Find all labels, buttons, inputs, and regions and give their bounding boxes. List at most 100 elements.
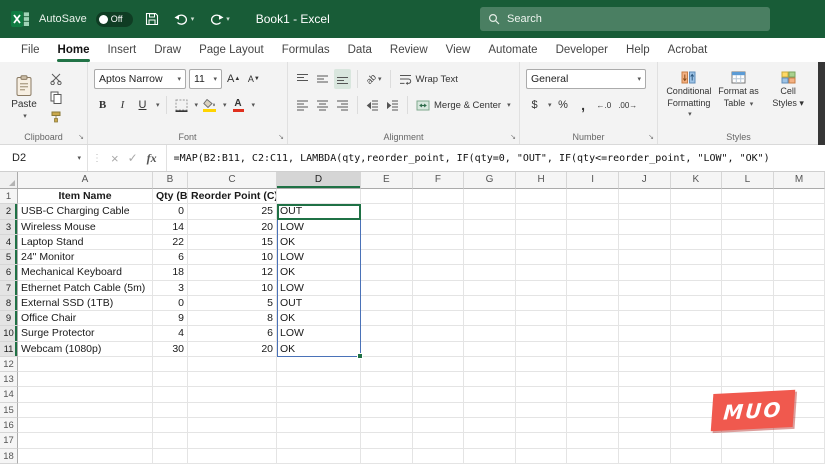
cancel-icon[interactable]: × (111, 151, 119, 166)
cell-J9[interactable] (618, 311, 671, 327)
cell-styles-button[interactable]: Cell Styles ▾ (763, 68, 813, 126)
cell-L3[interactable] (722, 219, 774, 235)
cell-E3[interactable] (361, 219, 413, 235)
cell-J12[interactable] (618, 356, 671, 373)
decrease-decimal-button[interactable]: .00→ (616, 95, 639, 115)
cell-M18[interactable] (773, 448, 825, 464)
cell-F15[interactable] (412, 402, 465, 418)
italic-button[interactable]: I (114, 95, 131, 115)
column-header-L[interactable]: L (722, 172, 774, 189)
cell-I1[interactable] (567, 189, 619, 205)
cell-J2[interactable] (618, 204, 671, 220)
menu-tab-acrobat[interactable]: Acrobat (659, 38, 717, 62)
number-format-combo[interactable]: General ▾ (526, 69, 646, 89)
menu-tab-automate[interactable]: Automate (479, 38, 546, 62)
cell-B7[interactable]: 3 (153, 280, 188, 296)
cell-A1[interactable]: Item Name (18, 189, 153, 205)
cell-L5[interactable] (722, 250, 774, 266)
column-header-K[interactable]: K (670, 172, 723, 189)
cell-A7[interactable]: Ethernet Patch Cable (5m) (18, 280, 153, 296)
menu-tab-developer[interactable]: Developer (547, 38, 617, 62)
cell-F7[interactable] (412, 280, 465, 296)
cell-D2[interactable]: OUT (277, 204, 361, 220)
cell-I10[interactable] (567, 326, 619, 342)
row-header-6[interactable]: 6 (0, 265, 18, 281)
copy-button[interactable] (46, 89, 66, 106)
column-header-M[interactable]: M (773, 172, 825, 189)
underline-button[interactable]: U (134, 95, 151, 115)
cell-A15[interactable] (18, 402, 153, 418)
cell-H10[interactable] (515, 326, 568, 342)
column-header-B[interactable]: B (153, 172, 188, 189)
cell-G5[interactable] (464, 250, 516, 266)
cell-H16[interactable] (515, 417, 568, 434)
cell-C6[interactable]: 12 (188, 265, 277, 281)
cell-B5[interactable]: 6 (153, 250, 188, 266)
cell-F11[interactable] (412, 341, 465, 357)
chevron-down-icon[interactable]: ▾ (548, 101, 552, 109)
cell-I13[interactable] (567, 372, 619, 388)
name-box-resize-handle[interactable]: ⋮ (88, 145, 102, 171)
cell-F6[interactable] (412, 265, 465, 281)
cell-I17[interactable] (567, 433, 619, 449)
cell-A12[interactable] (18, 356, 153, 373)
cell-D10[interactable]: LOW (277, 326, 361, 342)
cell-M10[interactable] (773, 326, 825, 342)
cell-I6[interactable] (567, 265, 619, 281)
row-header-16[interactable]: 16 (0, 417, 18, 434)
cell-A18[interactable] (18, 448, 153, 464)
cell-G11[interactable] (464, 341, 516, 357)
name-box[interactable]: D2 ▾ (0, 145, 88, 171)
cell-B3[interactable]: 14 (153, 219, 188, 235)
cell-D12[interactable] (277, 356, 361, 373)
cell-H14[interactable] (515, 387, 568, 403)
cell-A5[interactable]: 24" Monitor (18, 250, 153, 266)
cell-F18[interactable] (412, 448, 465, 464)
font-dialog-launcher[interactable]: ↘ (278, 134, 284, 141)
cell-D4[interactable]: OK (277, 234, 361, 251)
cell-C9[interactable]: 8 (188, 311, 277, 327)
cell-J14[interactable] (618, 387, 671, 403)
cell-L6[interactable] (722, 265, 774, 281)
cell-I18[interactable] (567, 448, 619, 464)
cell-H8[interactable] (515, 295, 568, 312)
cell-M4[interactable] (773, 234, 825, 251)
cell-J1[interactable] (618, 189, 671, 205)
font-name-combo[interactable]: Aptos Narrow ▾ (94, 69, 186, 89)
cell-E7[interactable] (361, 280, 413, 296)
cell-D16[interactable] (277, 417, 361, 434)
cell-A17[interactable] (18, 433, 153, 449)
cell-G2[interactable] (464, 204, 516, 220)
menu-tab-draw[interactable]: Draw (145, 38, 190, 62)
cell-G16[interactable] (464, 417, 516, 434)
cell-K7[interactable] (670, 280, 723, 296)
cell-K17[interactable] (670, 433, 723, 449)
cell-M6[interactable] (773, 265, 825, 281)
cell-G9[interactable] (464, 311, 516, 327)
cell-A11[interactable]: Webcam (1080p) (18, 341, 153, 357)
cell-G12[interactable] (464, 356, 516, 373)
row-header-5[interactable]: 5 (0, 250, 18, 266)
row-header-13[interactable]: 13 (0, 372, 18, 388)
cell-H17[interactable] (515, 433, 568, 449)
cell-E14[interactable] (361, 387, 413, 403)
cell-E17[interactable] (361, 433, 413, 449)
cell-D8[interactable]: OUT (277, 295, 361, 312)
cell-E2[interactable] (361, 204, 413, 220)
cell-E10[interactable] (361, 326, 413, 342)
cell-A16[interactable] (18, 417, 153, 434)
cell-D11[interactable]: OK (277, 341, 361, 357)
row-header-1[interactable]: 1 (0, 189, 18, 205)
excel-app-icon[interactable] (10, 9, 30, 29)
cell-M11[interactable] (773, 341, 825, 357)
cell-K8[interactable] (670, 295, 723, 312)
cell-D14[interactable] (277, 387, 361, 403)
cell-E13[interactable] (361, 372, 413, 388)
cell-C10[interactable]: 6 (188, 326, 277, 342)
row-header-4[interactable]: 4 (0, 234, 18, 251)
align-center-button[interactable] (314, 95, 331, 115)
row-header-9[interactable]: 9 (0, 311, 18, 327)
cell-C16[interactable] (188, 417, 277, 434)
column-header-H[interactable]: H (515, 172, 568, 189)
column-header-F[interactable]: F (412, 172, 465, 189)
